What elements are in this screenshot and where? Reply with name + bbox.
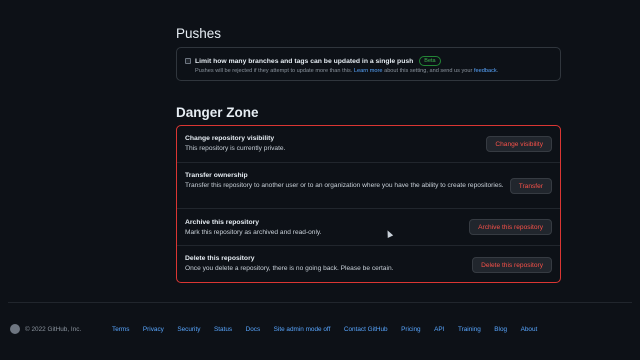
danger-row-delete: Delete this repository Once you delete a… (177, 246, 560, 282)
footer-link-pricing[interactable]: Pricing (401, 326, 421, 333)
footer-link-about[interactable]: About (521, 326, 538, 333)
row-title: Change repository visibility (185, 135, 275, 142)
limit-push-label[interactable]: Limit how many branches and tags can be … (195, 56, 441, 66)
change-visibility-button[interactable]: Change visibility (486, 136, 552, 152)
footer-link-site-admin[interactable]: Site admin mode off (274, 326, 331, 333)
danger-zone-heading: Danger Zone (176, 105, 259, 120)
danger-row-archive: Archive this repository Mark this reposi… (177, 209, 560, 246)
archive-repository-button[interactable]: Archive this repository (469, 219, 552, 235)
danger-row-visibility: Change repository visibility This reposi… (177, 126, 560, 163)
pushes-desc-suffix: . (496, 68, 499, 74)
feedback-link[interactable]: feedback (474, 68, 497, 74)
row-description: Mark this repository as archived and rea… (185, 229, 322, 236)
footer-link-status[interactable]: Status (214, 326, 232, 333)
pushes-desc-middle: about this setting, and send us your (384, 68, 473, 74)
danger-zone-box: Change repository visibility This reposi… (176, 125, 561, 283)
footer-divider (8, 302, 632, 303)
pushes-desc-prefix: Pushes will be rejected if they attempt … (195, 68, 353, 74)
danger-row-transfer: Transfer ownership Transfer this reposit… (177, 163, 560, 209)
pushes-setting-box: Limit how many branches and tags can be … (176, 47, 561, 81)
limit-push-label-text: Limit how many branches and tags can be … (195, 57, 414, 65)
pushes-description: Pushes will be rejected if they attempt … (195, 68, 498, 74)
footer-link-contact[interactable]: Contact GitHub (344, 326, 388, 333)
footer-links: Terms Privacy Security Status Docs Site … (112, 326, 551, 333)
row-title: Transfer ownership (185, 172, 248, 179)
copyright-text: © 2022 GitHub, Inc. (25, 326, 82, 333)
beta-badge: Beta (419, 56, 441, 66)
github-logo-icon[interactable] (10, 324, 20, 334)
transfer-button[interactable]: Transfer (509, 178, 552, 194)
limit-push-checkbox[interactable] (185, 58, 191, 64)
row-title: Delete this repository (185, 255, 255, 262)
delete-repository-button[interactable]: Delete this repository (472, 257, 552, 273)
row-description: Transfer this repository to another user… (185, 182, 504, 189)
footer-link-api[interactable]: API (434, 326, 444, 333)
row-title: Archive this repository (185, 219, 260, 226)
learn-more-link[interactable]: Learn more (354, 68, 383, 74)
row-description: This repository is currently private. (185, 145, 286, 152)
footer: © 2022 GitHub, Inc. Terms Privacy Securi… (8, 322, 632, 338)
pushes-heading: Pushes (176, 26, 222, 41)
row-description: Once you delete a repository, there is n… (185, 265, 394, 272)
footer-link-security[interactable]: Security (177, 326, 200, 333)
footer-link-docs[interactable]: Docs (246, 326, 261, 333)
footer-link-blog[interactable]: Blog (494, 326, 507, 333)
footer-link-training[interactable]: Training (458, 326, 481, 333)
footer-link-privacy[interactable]: Privacy (143, 326, 164, 333)
footer-link-terms[interactable]: Terms (112, 326, 129, 333)
